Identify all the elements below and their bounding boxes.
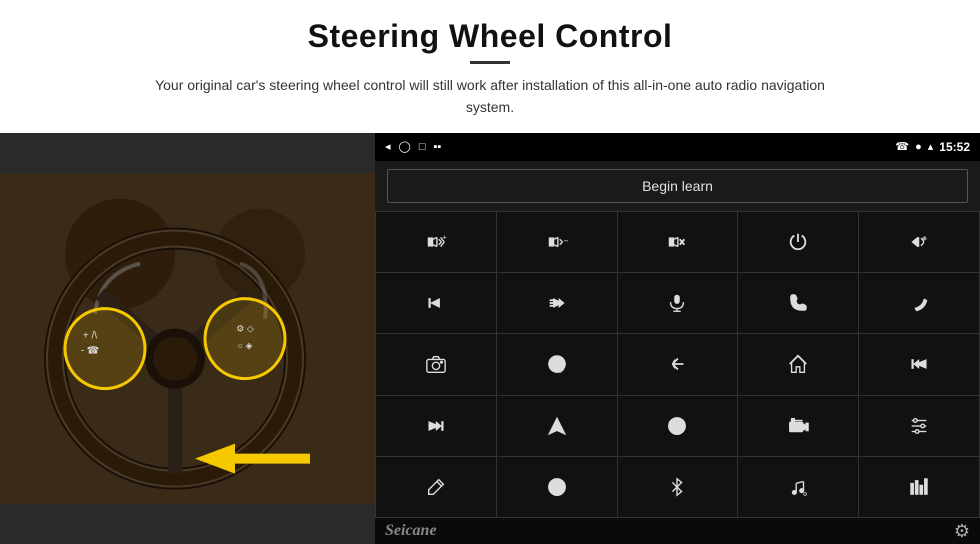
pen-button[interactable]: [376, 457, 496, 517]
skip-back-button[interactable]: [859, 334, 979, 394]
vol-up-button[interactable]: +: [376, 212, 496, 272]
hang-up-button[interactable]: [859, 273, 979, 333]
phone-status-icon: ☎: [895, 140, 909, 153]
navigate-button[interactable]: [497, 396, 617, 456]
skip-forward-button[interactable]: [376, 396, 496, 456]
equalizer-bars-button[interactable]: [859, 457, 979, 517]
status-bar: ◂ ◯ □ ▪▪ ☎ ● ▴ 15:52: [375, 133, 980, 161]
header-section: Steering Wheel Control Your original car…: [0, 0, 980, 129]
status-right: ☎ ● ▴ 15:52: [895, 140, 970, 154]
content-section: + /\ - ☎ ⚙ ◇ ○ ◈ ◂ ◯: [0, 133, 980, 544]
home-circle-icon[interactable]: ◯: [399, 140, 411, 153]
back-nav-button[interactable]: [618, 334, 738, 394]
eq-button[interactable]: [618, 396, 738, 456]
view-360-button[interactable]: 360°: [497, 334, 617, 394]
page-wrapper: Steering Wheel Control Your original car…: [0, 0, 980, 544]
prev-track-phone-button[interactable]: [859, 212, 979, 272]
svg-text:+: +: [442, 232, 446, 241]
camera-button[interactable]: [376, 334, 496, 394]
status-left: ◂ ◯ □ ▪▪: [385, 140, 441, 153]
begin-learn-section: Begin learn: [375, 161, 980, 211]
title-divider: [470, 61, 510, 64]
begin-learn-button[interactable]: Begin learn: [387, 169, 968, 203]
status-time: 15:52: [939, 140, 970, 154]
settings-sliders-button[interactable]: [859, 396, 979, 456]
page-title: Steering Wheel Control: [40, 18, 940, 55]
svg-text:- ☎: - ☎: [81, 345, 100, 356]
power-button[interactable]: [738, 212, 858, 272]
bluetooth-button[interactable]: [618, 457, 738, 517]
next-track-button[interactable]: [376, 273, 496, 333]
svg-text:−: −: [563, 236, 568, 246]
bottom-bar: Seicane ⚙: [375, 518, 980, 544]
subtitle: Your original car's steering wheel contr…: [140, 74, 840, 119]
steering-wheel-image: + /\ - ☎ ⚙ ◇ ○ ◈: [0, 133, 375, 544]
svg-text:⚙ ◇: ⚙ ◇: [236, 323, 254, 333]
recents-icon[interactable]: □: [419, 141, 426, 153]
fast-forward-button[interactable]: [497, 273, 617, 333]
mic-button[interactable]: [618, 273, 738, 333]
svg-text:○ ◈: ○ ◈: [238, 340, 253, 350]
left-panel: + /\ - ☎ ⚙ ◇ ○ ◈: [0, 133, 375, 544]
vol-down-button[interactable]: −: [497, 212, 617, 272]
radio-button[interactable]: [738, 396, 858, 456]
svg-text:⚙: ⚙: [803, 491, 808, 498]
back-icon[interactable]: ◂: [385, 140, 391, 153]
wifi-icon: ▴: [928, 140, 934, 153]
home-button[interactable]: [738, 334, 858, 394]
phone-button[interactable]: [738, 273, 858, 333]
svg-text:+ /\: + /\: [83, 330, 97, 341]
seicane-logo: Seicane: [385, 522, 437, 540]
controls-grid: + −: [375, 211, 980, 518]
location-icon: ●: [915, 141, 922, 153]
svg-text:360°: 360°: [554, 370, 564, 375]
compass-button[interactable]: [497, 457, 617, 517]
music-button[interactable]: ⚙: [738, 457, 858, 517]
mute-button[interactable]: [618, 212, 738, 272]
gear-icon[interactable]: ⚙: [954, 521, 970, 542]
signal-icon: ▪▪: [434, 141, 442, 153]
right-panel: ◂ ◯ □ ▪▪ ☎ ● ▴ 15:52: [375, 133, 980, 544]
